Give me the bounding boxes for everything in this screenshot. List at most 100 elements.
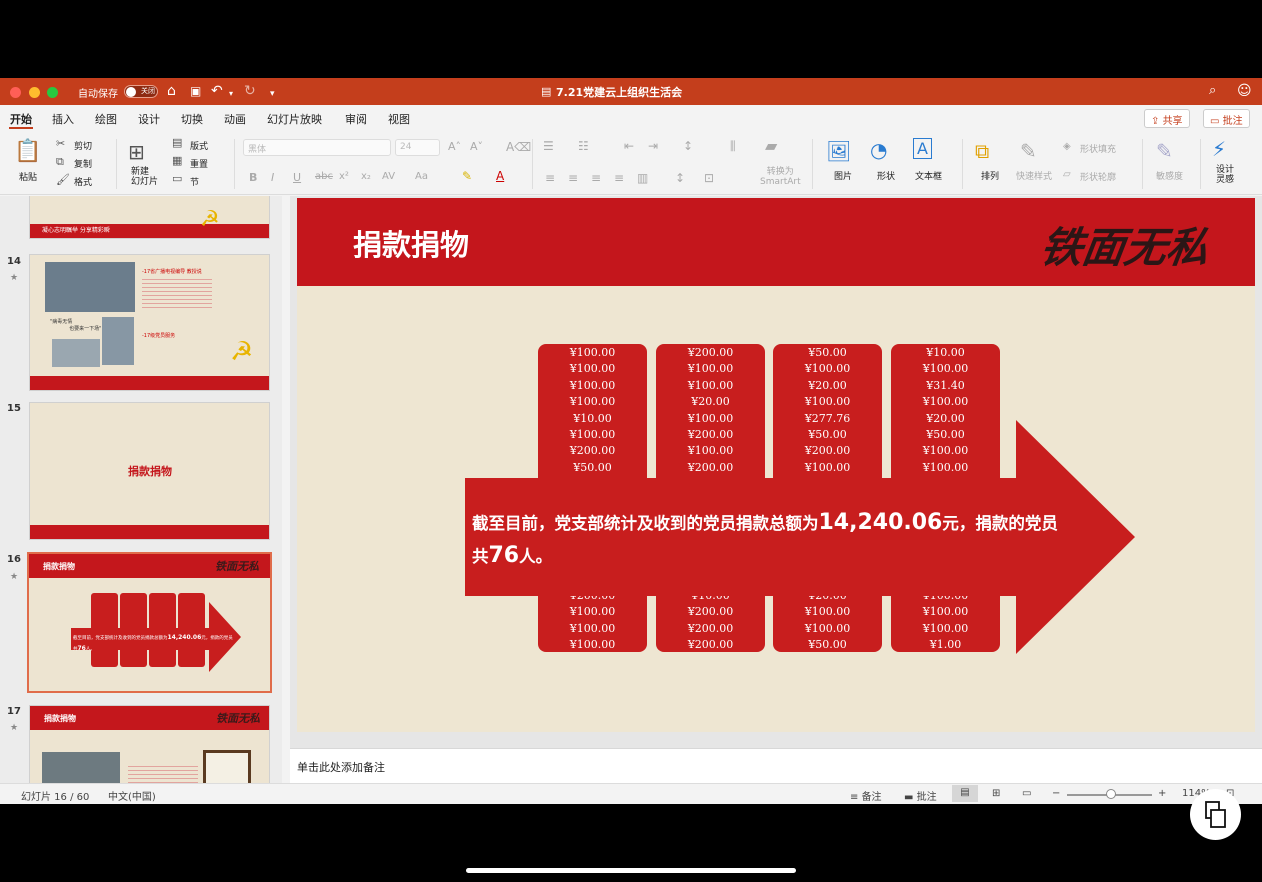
slide-thumbnail-14[interactable]: -17省广播电视编导 教授说 "病毒无情 也要来一下场" -17级党员服务 ☭ bbox=[29, 254, 270, 391]
minimize-window-button[interactable] bbox=[29, 87, 40, 98]
tab-home[interactable]: 开始 bbox=[10, 111, 32, 127]
slide-thumbnail-15[interactable]: 捐款捐物 bbox=[29, 402, 270, 540]
tab-insert[interactable]: 插入 bbox=[52, 111, 74, 127]
copy-button[interactable]: 复制 bbox=[74, 157, 92, 170]
slide-thumbnail-17[interactable]: 捐款捐物 铁面无私 bbox=[29, 705, 270, 783]
zoom-window-button[interactable] bbox=[47, 87, 58, 98]
donation-summary-text[interactable]: 截至目前，党支部统计及收到的党员捐款总额为14,240.06元，捐款的党员 共7… bbox=[472, 507, 1132, 573]
section-icon[interactable]: ▭ bbox=[172, 172, 182, 185]
reset-icon[interactable]: ▦ bbox=[172, 154, 182, 167]
cut-button[interactable]: 剪切 bbox=[74, 139, 92, 152]
tab-slideshow[interactable]: 幻灯片放映 bbox=[267, 111, 322, 127]
section-button[interactable]: 节 bbox=[190, 175, 199, 188]
notes-placeholder[interactable]: 单击此处添加备注 bbox=[297, 759, 385, 775]
shape-button[interactable]: 形状 bbox=[877, 169, 895, 182]
new-slide-button[interactable]: 新建 幻灯片 bbox=[131, 167, 158, 187]
increase-font-icon[interactable]: A˄ bbox=[448, 140, 461, 153]
increase-indent-icon[interactable]: ⇥ bbox=[648, 139, 658, 153]
font-color-icon[interactable]: A bbox=[496, 169, 504, 183]
decrease-indent-icon[interactable]: ⇤ bbox=[624, 139, 634, 153]
zoom-slider-handle[interactable] bbox=[1106, 789, 1116, 799]
undo-dropdown-icon[interactable]: ▾ bbox=[229, 86, 233, 102]
layout-icon[interactable]: ▤ bbox=[172, 136, 182, 149]
paste-label[interactable]: 粘贴 bbox=[19, 170, 37, 183]
tab-animations[interactable]: 动画 bbox=[224, 111, 246, 127]
slide-thumbnail-13[interactable]: 凝心志明瞩举 分享精彩瞬 ☭ bbox=[29, 196, 270, 239]
textbox-icon[interactable]: A bbox=[913, 138, 932, 159]
new-slide-icon[interactable]: ⊞ bbox=[128, 140, 145, 164]
numbering-icon[interactable]: ☷ bbox=[578, 139, 589, 153]
undo-icon[interactable]: ↶ bbox=[211, 83, 223, 99]
shape-icon[interactable]: ◔ bbox=[870, 138, 887, 162]
paste-icon[interactable]: 📋 bbox=[14, 139, 41, 164]
align-left-icon[interactable]: ≡ bbox=[545, 171, 555, 185]
zoom-in-button[interactable]: + bbox=[1158, 788, 1166, 799]
design-ideas-icon[interactable]: ⚡ bbox=[1212, 137, 1226, 161]
scissors-icon[interactable]: ✂ bbox=[56, 137, 65, 150]
design-ideas-button[interactable]: 设计 灵感 bbox=[1216, 165, 1234, 185]
sensitivity-button[interactable]: 敏感度 bbox=[1156, 169, 1183, 182]
picture-button[interactable]: 图片 bbox=[834, 169, 852, 182]
quick-styles-icon[interactable]: ✎ bbox=[1020, 139, 1037, 163]
columns-icon[interactable]: ⫼ bbox=[730, 139, 736, 154]
floating-app-button[interactable] bbox=[1190, 789, 1241, 840]
format-painter-icon[interactable]: 🖌 bbox=[56, 173, 70, 186]
textbox-button[interactable]: 文本框 bbox=[915, 169, 942, 182]
underline-button[interactable]: U bbox=[293, 171, 301, 184]
slide-title[interactable]: 捐款捐物 bbox=[353, 222, 469, 264]
redo-icon[interactable]: ↻ bbox=[244, 83, 256, 99]
superscript-button[interactable]: x² bbox=[339, 171, 349, 182]
search-icon[interactable]: ⌕ bbox=[1209, 83, 1216, 99]
tab-design[interactable]: 设计 bbox=[138, 111, 160, 127]
save-icon[interactable]: ▣ bbox=[190, 83, 201, 99]
convert-smartart-button[interactable]: 转换为 SmartArt bbox=[760, 167, 801, 187]
quick-styles-button[interactable]: 快速样式 bbox=[1016, 169, 1052, 182]
feedback-smiley-icon[interactable]: ☺ bbox=[1237, 83, 1252, 99]
italic-button[interactable]: I bbox=[271, 171, 274, 184]
current-slide[interactable]: 捐款捐物 铁面无私 ¥100.00 ¥100.00 ¥100.00 ¥100.00 ¥1… bbox=[297, 198, 1255, 732]
tab-view[interactable]: 视图 bbox=[388, 111, 410, 127]
align-center-icon[interactable]: ≡ bbox=[568, 171, 578, 185]
align-text-icon[interactable]: ⊡ bbox=[704, 171, 714, 185]
tab-review[interactable]: 审阅 bbox=[345, 111, 367, 127]
comments-toggle[interactable]: ▬ 批注 bbox=[904, 788, 937, 803]
justify-icon[interactable]: ≡ bbox=[614, 171, 624, 185]
home-icon[interactable]: ⌂ bbox=[167, 83, 176, 99]
tab-draw[interactable]: 绘图 bbox=[95, 111, 117, 127]
subscript-button[interactable]: x₂ bbox=[361, 171, 371, 182]
autosave-toggle[interactable]: 关闭 bbox=[124, 85, 158, 98]
shape-fill-icon[interactable]: ◈ bbox=[1063, 141, 1071, 152]
change-case-button[interactable]: Aa bbox=[415, 171, 428, 182]
language-indicator[interactable]: 中文(中国) bbox=[108, 788, 156, 803]
slide-thumbnails-panel[interactable]: 凝心志明瞩举 分享精彩瞬 ☭ 14 ★ -17省广播电视编导 教授说 "病毒无情… bbox=[0, 196, 282, 783]
close-window-button[interactable] bbox=[10, 87, 21, 98]
line-spacing-icon[interactable]: ↕ bbox=[683, 139, 693, 153]
slide-thumbnail-16[interactable]: 捐款捐物 铁面无私 截至目前，党支部统计及收到的党员捐款总额为14,240.06… bbox=[27, 552, 272, 693]
clear-format-icon[interactable]: A⌫ bbox=[506, 140, 531, 154]
smartart-icon[interactable]: ▰ bbox=[765, 136, 777, 155]
layout-button[interactable]: 版式 bbox=[190, 139, 208, 152]
strikethrough-button[interactable]: abc bbox=[315, 171, 333, 182]
share-button[interactable]: ⇪ 共享 bbox=[1144, 109, 1190, 128]
customize-toolbar-icon[interactable]: ▾ bbox=[270, 86, 275, 102]
bold-button[interactable]: B bbox=[249, 171, 257, 184]
arrange-icon[interactable]: ⧉ bbox=[975, 139, 989, 163]
picture-icon[interactable]: 🖼 bbox=[826, 139, 851, 163]
decrease-font-icon[interactable]: A˅ bbox=[470, 140, 483, 153]
reset-button[interactable]: 重置 bbox=[190, 157, 208, 170]
normal-view-icon[interactable]: ▤ bbox=[952, 785, 978, 802]
home-indicator[interactable] bbox=[466, 868, 796, 873]
copy-icon[interactable]: ⧉ bbox=[56, 155, 64, 169]
shape-fill-button[interactable]: 形状填充 bbox=[1080, 142, 1116, 155]
character-spacing-button[interactable]: AV bbox=[382, 171, 395, 182]
text-direction-icon[interactable]: ↕ bbox=[675, 171, 685, 185]
shape-outline-icon[interactable]: ▱ bbox=[1063, 169, 1071, 180]
align-right-icon[interactable]: ≡ bbox=[591, 171, 601, 185]
font-name-select[interactable]: 黑体 bbox=[243, 139, 391, 156]
sensitivity-icon[interactable]: ✎ bbox=[1156, 139, 1173, 163]
tab-transitions[interactable]: 切换 bbox=[181, 111, 203, 127]
notes-toggle[interactable]: ≡ 备注 bbox=[850, 788, 882, 803]
bullets-icon[interactable]: ☰ bbox=[543, 139, 554, 153]
slide-sorter-icon[interactable]: ⊞ bbox=[992, 788, 1000, 799]
highlight-icon[interactable]: ✎ bbox=[462, 169, 472, 183]
